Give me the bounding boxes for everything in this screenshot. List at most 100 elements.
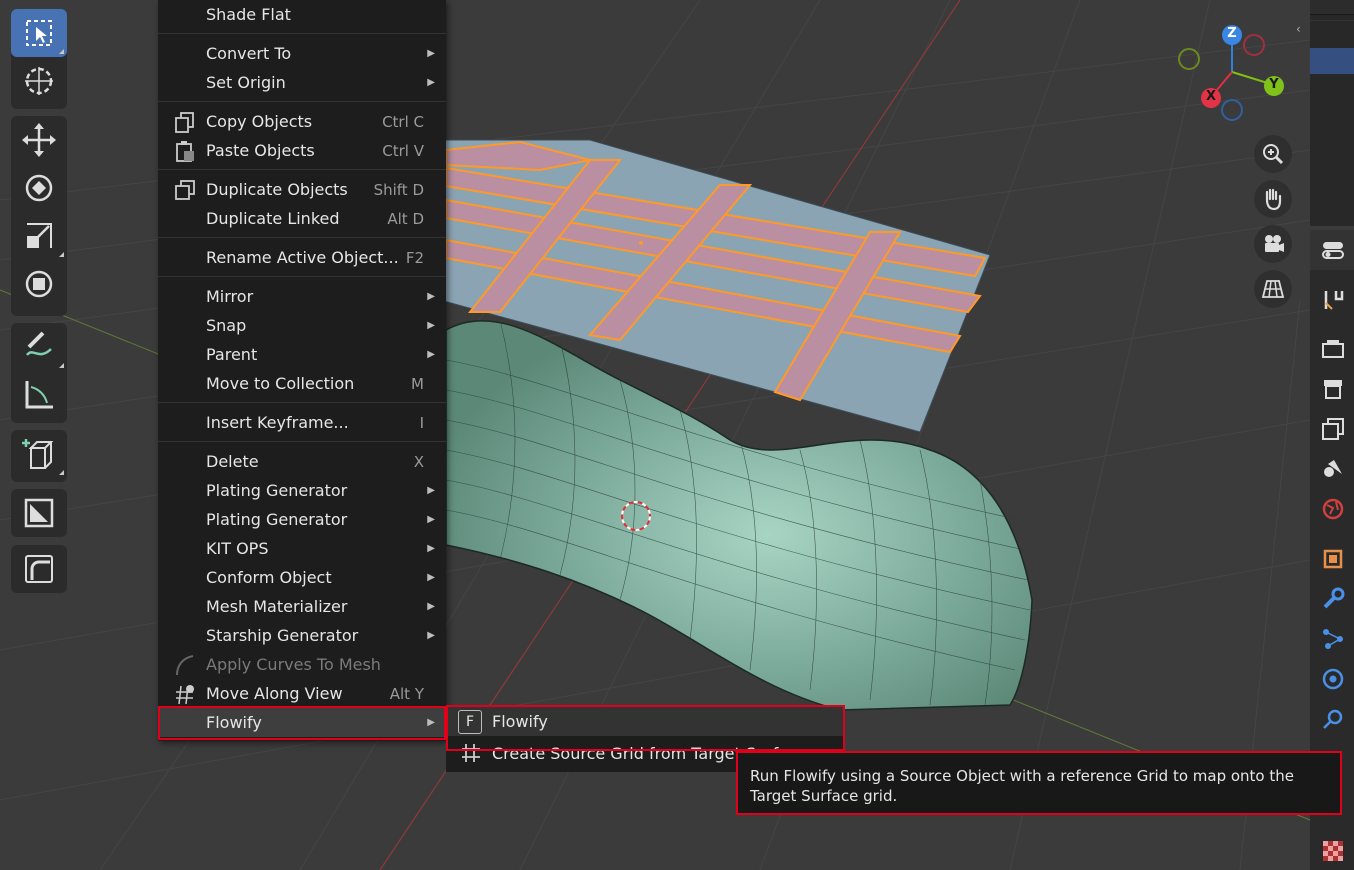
perspective-grid-icon[interactable] <box>1254 270 1292 308</box>
submenu-arrow-icon: ▶ <box>427 630 435 641</box>
menu-item-label: Duplicate Objects <box>206 180 348 199</box>
menu-item-move-to-collection[interactable]: Move to Collection M <box>158 369 446 398</box>
menu-item-shortcut: Ctrl V <box>382 141 424 160</box>
submenu-arrow-icon: ▶ <box>427 77 435 88</box>
paste-icon <box>176 140 194 162</box>
highlight-box-menu <box>158 706 446 740</box>
menu-item-rename-active-object[interactable]: Rename Active Object... F2 <box>158 243 446 272</box>
gizmo-x-label[interactable]: X <box>1205 89 1217 104</box>
menu-item-label: Paste Objects <box>206 141 315 160</box>
particles-icon[interactable] <box>1320 626 1346 652</box>
menu-item-shortcut: X <box>413 452 424 471</box>
menu-item-kit-ops[interactable]: KIT OPS ▶ <box>158 534 446 563</box>
menu-separator <box>158 33 446 34</box>
rotate-icon[interactable] <box>11 164 67 212</box>
menu-item-label: Conform Object <box>206 568 332 587</box>
menu-item-plating-generator[interactable]: Plating Generator ▶ <box>158 476 446 505</box>
gizmo-z-label[interactable]: Z <box>1226 26 1238 41</box>
menu-item-convert-to[interactable]: Convert To ▶ <box>158 39 446 68</box>
physics-icon[interactable] <box>1320 666 1346 692</box>
menu-item-shortcut: Alt Y <box>389 684 424 703</box>
gizmo-y-label[interactable]: Y <box>1268 77 1280 92</box>
select-box-icon[interactable] <box>11 9 67 57</box>
highlight-box-submenu <box>446 705 845 751</box>
zoom-icon[interactable] <box>1254 135 1292 173</box>
submenu-arrow-icon: ▶ <box>427 291 435 302</box>
menu-item-insert-keyframe[interactable]: Insert Keyframe... I <box>158 408 446 437</box>
menu-item-shortcut: Shift D <box>373 180 424 199</box>
menu-item-apply-curves-to-mesh[interactable]: Apply Curves To Mesh <box>158 650 446 679</box>
menu-item-shade-flat[interactable]: Shade Flat <box>158 0 446 29</box>
move-view-icon <box>176 684 194 704</box>
constraints-icon[interactable] <box>1320 706 1346 732</box>
curve-icon <box>176 654 194 675</box>
menu-item-label: Move Along View <box>206 684 343 703</box>
tooltip-text: Run Flowify using a Source Object with a… <box>750 767 1294 805</box>
view-layer-icon[interactable] <box>1320 416 1346 442</box>
menu-item-label: Convert To <box>206 44 292 63</box>
outliner-panel[interactable] <box>1310 0 1354 226</box>
world-icon[interactable] <box>1320 496 1346 522</box>
menu-item-snap[interactable]: Snap ▶ <box>158 311 446 340</box>
menu-item-label: Parent <box>206 345 258 364</box>
menu-item-copy-objects[interactable]: Copy Objects Ctrl C <box>158 107 446 136</box>
annotate-icon[interactable] <box>11 323 67 371</box>
collapse-chevron-icon[interactable]: ‹ <box>1296 22 1301 36</box>
menu-item-set-origin[interactable]: Set Origin ▶ <box>158 68 446 97</box>
tool-settings-icon[interactable] <box>1320 237 1346 263</box>
menu-item-label: Rename Active Object... <box>206 248 399 267</box>
toolbar-group-select <box>11 9 67 109</box>
cursor-icon[interactable] <box>11 57 67 105</box>
scale-icon[interactable] <box>11 212 67 260</box>
menu-item-label: Shade Flat <box>206 5 291 24</box>
object-icon[interactable] <box>1320 546 1346 572</box>
menu-item-shortcut: Alt D <box>387 209 424 228</box>
toolbar-group-bevel <box>11 545 67 593</box>
submenu-arrow-icon: ▶ <box>427 349 435 360</box>
menu-item-shortcut: F2 <box>405 248 424 267</box>
menu-item-shortcut: M <box>411 374 424 393</box>
menu-item-move-along-view[interactable]: Move Along View Alt Y <box>158 679 446 708</box>
submenu-arrow-icon: ▶ <box>427 572 435 583</box>
menu-item-label: Starship Generator <box>206 626 359 645</box>
tool-icon[interactable] <box>1320 287 1346 313</box>
toolbar-group-grease <box>11 489 67 537</box>
menu-separator <box>158 237 446 238</box>
modifier-wrench-icon[interactable] <box>1320 586 1346 612</box>
transform-icon[interactable] <box>11 260 67 308</box>
menu-separator <box>158 402 446 403</box>
grease-icon[interactable] <box>11 489 67 537</box>
menu-item-mirror[interactable]: Mirror ▶ <box>158 282 446 311</box>
texture-checker-icon[interactable] <box>1320 838 1346 864</box>
toolbar-group-annotate <box>11 323 67 423</box>
bevel-icon[interactable] <box>11 545 67 593</box>
measure-icon[interactable] <box>11 371 67 419</box>
scene-icon[interactable] <box>1320 456 1346 482</box>
menu-item-paste-objects[interactable]: Paste Objects Ctrl V <box>158 136 446 165</box>
render-icon[interactable] <box>1320 336 1346 362</box>
menu-item-plating-generator-2[interactable]: Plating Generator ▶ <box>158 505 446 534</box>
pan-hand-icon[interactable] <box>1254 180 1292 218</box>
menu-item-starship-generator[interactable]: Starship Generator ▶ <box>158 621 446 650</box>
menu-item-label: Duplicate Linked <box>206 209 340 228</box>
menu-item-label: Mesh Materializer <box>206 597 348 616</box>
camera-view-icon[interactable] <box>1254 225 1292 263</box>
move-icon[interactable] <box>11 116 67 164</box>
menu-item-duplicate-objects[interactable]: Duplicate Objects Shift D <box>158 175 446 204</box>
menu-item-conform-object[interactable]: Conform Object ▶ <box>158 563 446 592</box>
menu-item-label: Apply Curves To Mesh <box>206 655 381 674</box>
tooltip: Run Flowify using a Source Object with a… <box>736 751 1342 815</box>
menu-item-parent[interactable]: Parent ▶ <box>158 340 446 369</box>
menu-item-delete[interactable]: Delete X <box>158 447 446 476</box>
menu-separator <box>158 169 446 170</box>
menu-item-label: Mirror <box>206 287 254 306</box>
submenu-arrow-icon: ▶ <box>427 48 435 59</box>
menu-item-label: Move to Collection <box>206 374 355 393</box>
menu-item-duplicate-linked[interactable]: Duplicate Linked Alt D <box>158 204 446 233</box>
add-cube-icon[interactable] <box>11 430 67 478</box>
output-icon[interactable] <box>1320 376 1346 402</box>
menu-item-label: Copy Objects <box>206 112 313 131</box>
menu-item-mesh-materializer[interactable]: Mesh Materializer ▶ <box>158 592 446 621</box>
menu-item-shortcut: Ctrl C <box>382 112 424 131</box>
duplicate-icon <box>175 179 195 200</box>
